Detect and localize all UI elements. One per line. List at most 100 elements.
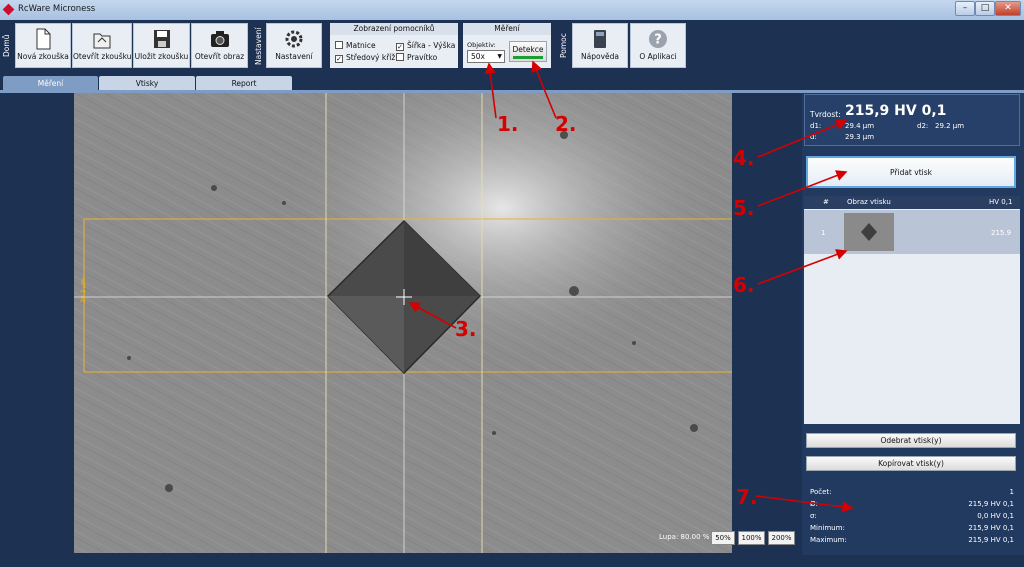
indent-table: # Obraz vtisku HV 0,1 1 215.9 <box>804 196 1020 424</box>
objective-select[interactable]: 50x ▼ <box>467 50 505 63</box>
camera-icon <box>210 31 229 47</box>
stat-sigma-value: 0,0 HV 0,1 <box>977 512 1014 520</box>
ribbon-section-settings: Nastavení <box>254 27 263 65</box>
dimension-label: 29.2 µm <box>79 278 87 303</box>
stat-min-label: Minimum: <box>810 524 845 532</box>
ruler-label: Pravítko <box>407 53 438 62</box>
zoom-50-button[interactable]: 50% <box>711 531 735 545</box>
measurement-title: Měření <box>463 23 551 35</box>
d2-label: d2: <box>917 122 929 130</box>
checkbox-checked[interactable]: ✓ <box>396 43 404 51</box>
maximize-button[interactable]: □ <box>975 1 995 16</box>
d1-label: d1: <box>810 122 822 130</box>
hardness-label: Tvrdost: <box>810 110 841 119</box>
help-book-icon <box>594 30 606 48</box>
stat-mean-label: Ø: <box>810 500 818 508</box>
detect-label: Detekce <box>512 45 544 54</box>
ribbon-section-home: Domů <box>2 34 11 58</box>
add-indent-button[interactable]: Přidat vtisk <box>806 156 1016 188</box>
column-header-hv: HV 0,1 <box>989 198 1013 206</box>
open-test-button[interactable]: Otevřít zkoušku <box>72 23 132 68</box>
center-cross-label: Středový kříž <box>346 53 396 62</box>
ruler-checkbox[interactable]: Pravítko <box>396 53 437 62</box>
annotation-label-5: 5. <box>733 196 755 220</box>
new-test-button[interactable]: Nová zkouška <box>15 23 71 68</box>
window-title: RcWare Microness <box>18 4 96 14</box>
width-height-label: Šířka - Výška <box>407 41 456 50</box>
detect-button[interactable]: Detekce <box>509 41 547 62</box>
microscope-image-view[interactable]: 29.2 µm <box>74 93 732 553</box>
app-logo-icon <box>2 3 15 16</box>
statistics-box: Počet: 1 Ø: 215,9 HV 0,1 σ: 0,0 HV 0,1 M… <box>804 478 1020 551</box>
save-test-button[interactable]: Uložit zkoušku <box>133 23 190 68</box>
aux-display-title: Zobrazení pomocníků <box>330 23 458 35</box>
tab-report[interactable]: Report <box>196 76 292 91</box>
ribbon-section-help: Pomoc <box>559 33 568 59</box>
stat-count-label: Počet: <box>810 488 832 496</box>
d-value: 29.3 µm <box>845 133 875 141</box>
annotation-label-3: 3. <box>455 317 477 341</box>
svg-text:?: ? <box>654 33 662 48</box>
row-number: 1 <box>821 229 826 237</box>
help-button[interactable]: Nápověda <box>572 23 628 68</box>
matrix-checkbox[interactable]: Matnice <box>335 41 376 50</box>
settings-label: Nastavení <box>275 52 313 61</box>
objective-label: Objektiv: <box>467 41 496 49</box>
detect-status-bar <box>513 56 543 59</box>
d2-value: 29.2 µm <box>935 122 965 130</box>
stat-max-value: 215,9 HV 0,1 <box>968 536 1014 544</box>
tab-measurement[interactable]: Měření <box>3 76 98 91</box>
column-header-number: # <box>823 198 829 206</box>
help-label: Nápověda <box>581 52 619 61</box>
about-label: O Aplikaci <box>639 52 677 61</box>
save-test-label: Uložit zkoušku <box>134 52 189 61</box>
title-bar: RcWare Microness – □ ✕ <box>0 0 1024 20</box>
bottom-border <box>0 555 1024 567</box>
zoom-100-button[interactable]: 100% <box>738 531 765 545</box>
d-label: d: <box>810 133 817 141</box>
left-margin <box>0 93 72 555</box>
open-folder-icon <box>93 33 111 49</box>
new-test-label: Nová zkouška <box>17 52 69 61</box>
open-image-button[interactable]: Otevřít obraz <box>191 23 248 68</box>
annotation-label-1: 1. <box>497 112 519 136</box>
close-button[interactable]: ✕ <box>995 1 1021 16</box>
copy-indent-button[interactable]: Kopírovat vtisk(y) <box>806 456 1016 471</box>
checkbox-box[interactable] <box>335 41 343 49</box>
stat-sigma-label: σ: <box>810 512 817 520</box>
objective-value: 50x <box>471 52 485 61</box>
annotation-label-2: 2. <box>555 112 577 136</box>
checkbox-box[interactable] <box>396 53 404 61</box>
tab-indents[interactable]: Vtisky <box>99 76 195 91</box>
checkbox-checked[interactable]: ✓ <box>335 55 343 63</box>
floppy-disk-icon <box>153 30 170 48</box>
stat-count-value: 1 <box>1009 488 1014 496</box>
table-row[interactable]: 1 215.9 <box>804 210 1020 254</box>
stat-max-label: Maximum: <box>810 536 847 544</box>
remove-indent-button[interactable]: Odebrat vtisk(y) <box>806 433 1016 448</box>
stat-mean-value: 215,9 HV 0,1 <box>968 500 1014 508</box>
row-hv-value: 215.9 <box>991 229 1012 237</box>
d1-value: 29.4 µm <box>845 122 875 130</box>
zoom-label: Lupa: 80.00 % <box>659 533 710 541</box>
new-document-icon <box>36 28 51 50</box>
about-button[interactable]: ? O Aplikaci <box>630 23 686 68</box>
hardness-value: 215,9 HV 0,1 <box>845 103 947 119</box>
minimize-button[interactable]: – <box>955 1 975 16</box>
chevron-down-icon: ▼ <box>497 53 502 60</box>
open-image-label: Otevřít obraz <box>194 52 245 61</box>
annotation-label-6: 6. <box>733 273 755 297</box>
gear-icon <box>285 30 303 48</box>
column-header-image: Obraz vtisku <box>847 198 891 206</box>
microscope-image[interactable] <box>74 93 732 553</box>
center-cross-checkbox[interactable]: ✓ Středový kříž <box>335 53 395 63</box>
zoom-200-button[interactable]: 200% <box>768 531 795 545</box>
matrix-label: Matnice <box>346 41 376 50</box>
open-test-label: Otevřít zkoušku <box>73 52 132 61</box>
settings-button[interactable]: Nastavení <box>266 23 322 68</box>
annotation-label-7: 7. <box>736 485 758 509</box>
width-height-checkbox[interactable]: ✓ Šířka - Výška <box>396 41 455 51</box>
annotation-label-4: 4. <box>733 146 755 170</box>
question-mark-icon: ? <box>649 30 667 48</box>
hardness-result-box: Tvrdost: 215,9 HV 0,1 d1: 29.4 µm d2: 29… <box>804 94 1020 146</box>
